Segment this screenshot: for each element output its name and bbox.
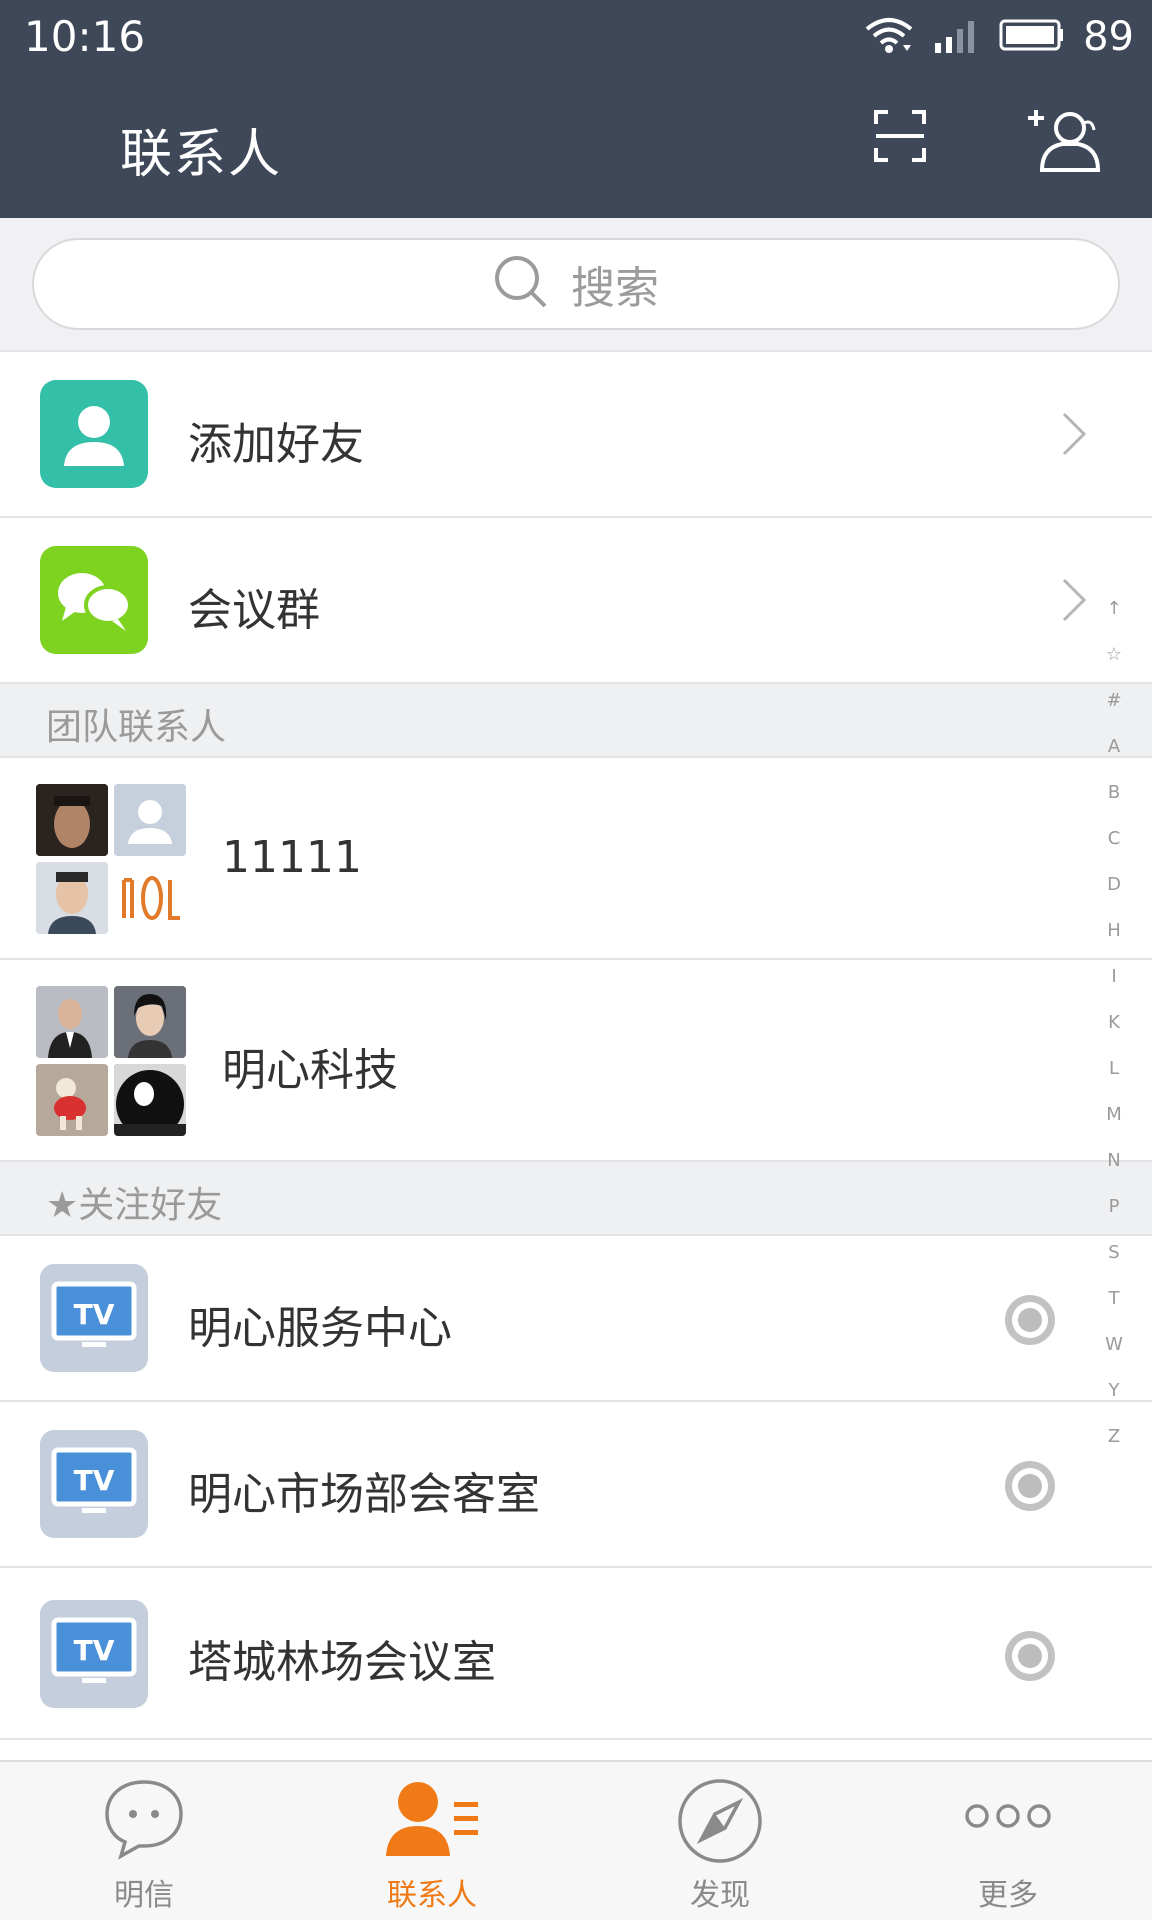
tab-label: 发现 [690,1878,750,1913]
index-letter[interactable]: A [1100,736,1128,757]
index-letter[interactable]: I [1100,966,1128,987]
chevron-right-icon [1060,410,1088,462]
chevron-right-icon [1060,576,1088,628]
scan-icon[interactable] [872,108,928,168]
index-letter[interactable]: S [1100,1242,1128,1263]
index-letter[interactable]: # [1100,690,1128,711]
tv-icon: TV [40,1600,148,1708]
avatar [36,986,108,1058]
add-friend-label: 添加好友 [188,419,364,470]
avatar [36,784,108,856]
contacts-icon [382,1776,482,1866]
meeting-group-row[interactable]: 会议群 [0,518,1152,684]
search-input[interactable]: 搜索 [32,238,1120,330]
tab-label: 更多 [978,1878,1038,1913]
group-avatar [36,986,186,1136]
top-bar: 10:16 89 联系人 [0,0,1152,218]
page-title: 联系人 [120,125,283,185]
meeting-group-label: 会议群 [188,585,320,636]
avatar [114,986,186,1058]
svg-text:TV: TV [74,1634,115,1667]
index-letter[interactable]: P [1100,1196,1128,1217]
chat-bubbles-icon [40,546,148,654]
target-icon[interactable] [1002,1458,1058,1518]
tab-discover[interactable]: 发现 [576,1762,864,1920]
index-letter[interactable]: H [1100,920,1128,941]
index-letter[interactable]: C [1100,828,1128,849]
tab-more[interactable]: 更多 [864,1762,1152,1920]
group-name: 明心科技 [222,1045,398,1096]
group-row-11111[interactable]: 11111 [0,758,1152,960]
avatar [36,1064,108,1136]
index-letter[interactable]: M [1100,1104,1128,1125]
followed-item-name: 明心市场部会客室 [188,1469,540,1520]
search-placeholder: 搜索 [571,263,659,314]
index-letter[interactable]: Y [1100,1380,1128,1401]
tv-icon: TV [40,1264,148,1372]
group-row-mingxin[interactable]: 明心科技 [0,960,1152,1162]
index-letter[interactable]: D [1100,874,1128,895]
search-area: 搜索 [0,218,1152,352]
index-letter[interactable]: ↑ [1100,598,1128,619]
wifi-icon [863,15,915,59]
team-contacts-header: 团队联系人 [0,684,1152,758]
status-time: 10:16 [24,12,146,61]
followed-item-row[interactable]: TV 塔城林场会议室 [0,1568,1152,1740]
battery-percent: 89 [1083,14,1134,60]
index-letter[interactable]: T [1100,1288,1128,1309]
tv-icon: TV [40,1430,148,1538]
index-letter[interactable]: N [1100,1150,1128,1171]
status-bar: 10:16 89 [0,0,1152,76]
avatar [36,862,108,934]
index-letter[interactable]: ☆ [1100,644,1128,665]
index-letter[interactable]: W [1100,1334,1128,1355]
avatar [114,1064,186,1136]
more-icon [963,1796,1053,1840]
followed-item-name: 塔城林场会议室 [188,1637,496,1688]
followed-item-name: 明心服务中心 [188,1303,452,1354]
search-icon [493,254,549,314]
tab-label: 联系人 [387,1878,477,1913]
signal-icon [933,17,981,57]
add-friend-icon[interactable] [1028,104,1102,182]
target-icon[interactable] [1002,1292,1058,1352]
section-title: ★关注好友 [46,1185,223,1226]
avatar [114,862,186,934]
avatar [114,784,186,856]
followed-item-row[interactable]: TV 明心服务中心 [0,1236,1152,1402]
target-icon[interactable] [1002,1628,1058,1688]
add-friend-row[interactable]: 添加好友 [0,352,1152,518]
svg-text:TV: TV [74,1298,115,1331]
section-title: 团队联系人 [46,707,227,748]
index-letter[interactable]: K [1100,1012,1128,1033]
group-avatar [36,784,186,934]
index-letter[interactable]: L [1100,1058,1128,1079]
index-letter[interactable]: B [1100,782,1128,803]
index-letter[interactable]: Z [1100,1426,1128,1447]
status-icons: 89 [863,14,1134,60]
compass-icon [675,1776,765,1870]
group-name: 11111 [222,832,362,883]
followed-friends-header: ★关注好友 [0,1162,1152,1236]
svg-text:TV: TV [74,1464,115,1497]
chat-icon [101,1776,187,1866]
tab-contacts[interactable]: 联系人 [288,1762,576,1920]
tab-label: 明信 [114,1878,174,1913]
battery-icon [999,18,1065,56]
tab-mingxin[interactable]: 明信 [0,1762,288,1920]
bottom-tab-bar: 明信 联系人 发现 更多 [0,1760,1152,1920]
add-contact-icon [40,380,148,488]
followed-item-row[interactable]: TV 明心市场部会客室 [0,1402,1152,1568]
